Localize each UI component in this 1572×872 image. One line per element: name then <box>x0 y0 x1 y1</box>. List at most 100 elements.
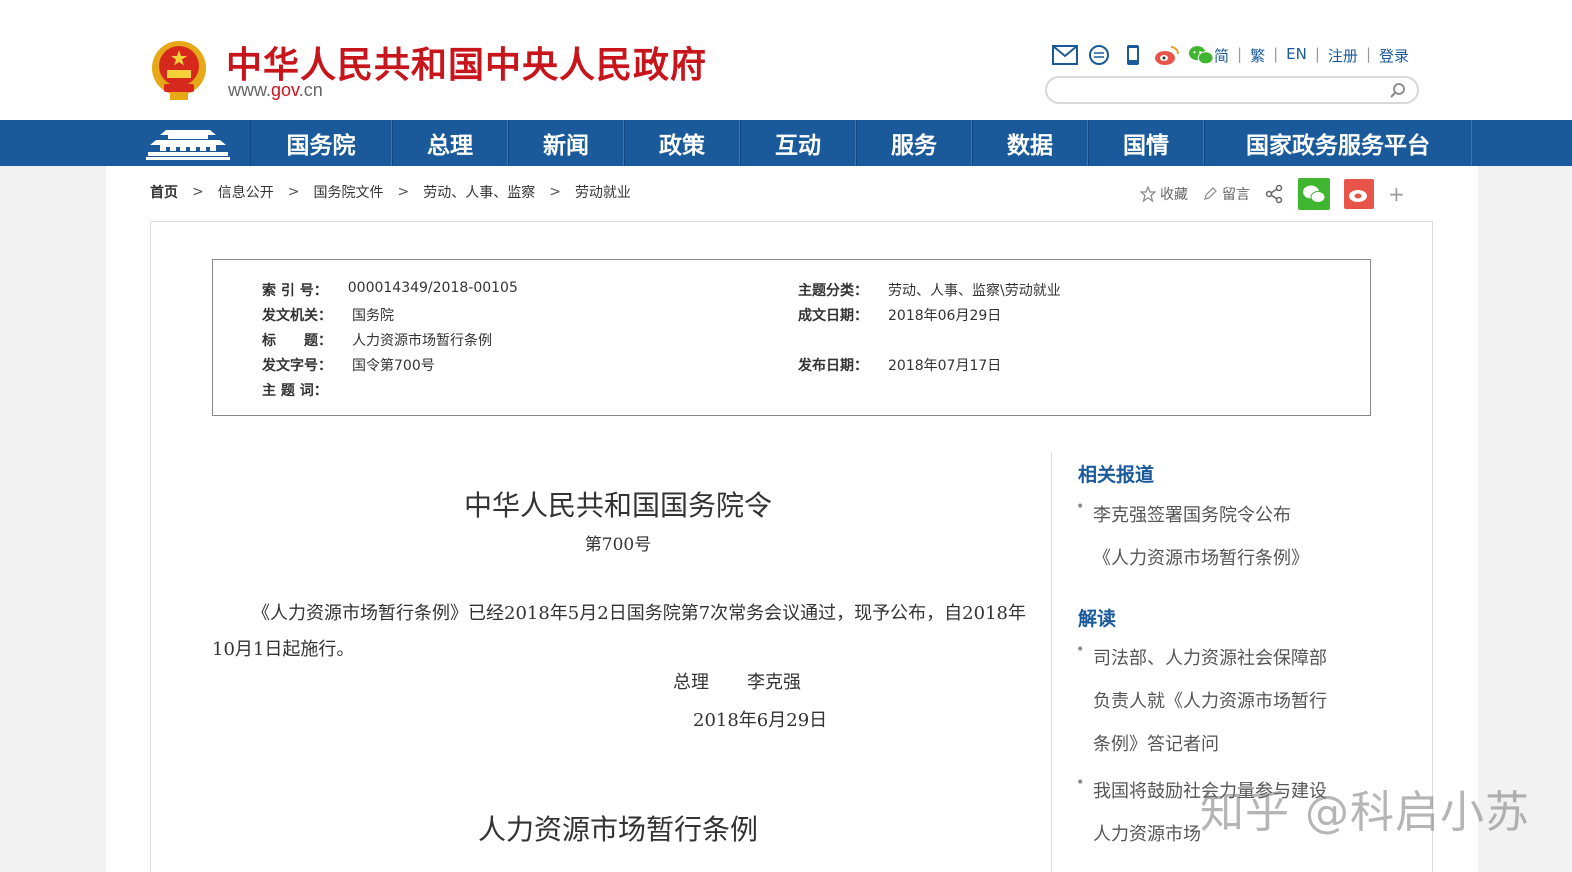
info-date-label: 成文日期： <box>798 308 868 324</box>
nav-item-data[interactable]: 数据 <box>972 120 1088 166</box>
pencil-icon <box>1204 187 1217 200</box>
comment-button[interactable]: 留言 <box>1202 184 1250 204</box>
info-title: 标 题： 人力资源市场暂行条例 <box>262 330 492 350</box>
info-date: 成文日期： 2018年06月29日 <box>798 305 1001 325</box>
related-item-line: 李克强签署国务院令公布 <box>1093 505 1291 526</box>
info-pub-label: 发布日期： <box>798 358 868 374</box>
nav-items: 国务院 总理 新闻 政策 互动 服务 数据 国情 国家政务服务平台 <box>250 120 1472 166</box>
article-signature: 总理 李克强 <box>673 668 801 694</box>
interpretation-heading: 解读 <box>1078 608 1117 630</box>
message-icon[interactable] <box>1086 43 1112 67</box>
wechat-icon[interactable] <box>1188 43 1214 67</box>
chevron-right-icon: > <box>287 184 300 200</box>
bullet-icon: • <box>1076 775 1085 791</box>
info-title-label: 标 题： <box>262 333 332 349</box>
favorite-label: 收藏 <box>1160 187 1188 203</box>
info-title-value: 人力资源市场暂行条例 <box>352 333 492 349</box>
main-nav: 国务院 总理 新闻 政策 互动 服务 数据 国情 国家政务服务平台 <box>0 120 1572 166</box>
article-paragraph: 《人力资源市场暂行条例》已经2018年5月2日国务院第7次常务会议通过，现予公布… <box>212 603 1026 660</box>
interpretation-item-line: 条例》答记者问 <box>1093 734 1219 755</box>
chevron-right-icon: > <box>549 184 561 200</box>
weibo-icon[interactable] <box>1154 43 1180 67</box>
site-url-suffix: .cn <box>298 80 323 100</box>
bullet-icon: • <box>1076 642 1085 658</box>
site-header: 中华人民共和国中央人民政府 www.gov.cn 简 | 繁 | EN | 注册 | 登… <box>0 0 1572 120</box>
site-url[interactable]: www.gov.cn <box>228 80 323 101</box>
signature-name: 李克强 <box>747 672 801 693</box>
national-emblem-icon[interactable] <box>150 40 208 102</box>
nav-item-policy[interactable]: 政策 <box>624 120 740 166</box>
info-issuer-value: 国务院 <box>352 308 394 324</box>
info-docno: 发文字号： 国令第700号 <box>262 355 435 375</box>
mail-icon[interactable] <box>1052 43 1078 67</box>
info-topic-label: 主题分类： <box>798 283 868 299</box>
regulation-title: 人力资源市场暂行条例 <box>477 813 758 846</box>
share-weibo-button[interactable] <box>1344 179 1374 209</box>
bullet-icon: • <box>1076 499 1085 515</box>
interpretation-item-line: 司法部、人力资源社会保障部 <box>1093 648 1327 669</box>
info-docno-value: 国令第700号 <box>352 358 435 374</box>
info-topic-value: 劳动、人事、监察\劳动就业 <box>888 283 1061 299</box>
breadcrumb-state-docs[interactable]: 国务院文件 <box>313 182 383 202</box>
star-icon <box>1140 186 1156 202</box>
info-keyword: 主 题 词： <box>262 380 328 400</box>
more-share-icon[interactable]: + <box>1388 182 1405 206</box>
link-traditional[interactable]: 繁 <box>1250 45 1265 66</box>
info-date-value: 2018年06月29日 <box>888 308 1002 324</box>
share-icon[interactable] <box>1264 184 1284 204</box>
breadcrumb-labor[interactable]: 劳动、人事、监察 <box>423 182 535 202</box>
interpretation-item-line: 负责人就《人力资源市场暂行 <box>1093 691 1327 712</box>
nav-item-state-council[interactable]: 国务院 <box>250 120 392 166</box>
link-register[interactable]: 注册 <box>1328 45 1358 66</box>
info-issuer: 发文机关： 国务院 <box>262 305 394 325</box>
chevron-right-icon: > <box>192 184 204 200</box>
signature-role: 总理 <box>673 672 709 693</box>
toolbar: 收藏 留言 + <box>1140 178 1405 210</box>
link-login[interactable]: 登录 <box>1379 45 1409 66</box>
info-docno-label: 发文字号： <box>262 358 332 374</box>
mobile-icon[interactable] <box>1120 43 1146 67</box>
related-reports-heading: 相关报道 <box>1078 464 1155 486</box>
chevron-right-icon: > <box>397 184 410 200</box>
article-date: 2018年6月29日 <box>693 710 828 731</box>
weibo-icon <box>1349 190 1367 202</box>
top-icons <box>1052 42 1214 68</box>
breadcrumb: 首页 > 信息公开 > 国务院文件 > 劳动、人事、监察 > 劳动就业 <box>150 182 631 202</box>
info-pubdate: 发布日期： 2018年07月17日 <box>798 355 1001 375</box>
wechat-icon <box>1303 185 1326 203</box>
info-keyword-label: 主 题 词： <box>262 383 328 399</box>
top-links: 简 | 繁 | EN | 注册 | 登录 <box>1214 45 1410 66</box>
info-index: 索 引 号： 000014349/2018-00105 <box>262 280 518 300</box>
info-index-label: 索 引 号： <box>262 283 328 299</box>
nav-item-national-info[interactable]: 国情 <box>1088 120 1204 166</box>
link-english[interactable]: EN <box>1286 45 1307 66</box>
search-icon[interactable] <box>1389 82 1407 100</box>
nav-item-service[interactable]: 服务 <box>856 120 972 166</box>
breadcrumb-home[interactable]: 首页 <box>150 182 178 202</box>
related-item[interactable]: • 李克强签署国务院令公布 《人力资源市场暂行条例》 <box>1076 494 1366 580</box>
zhihu-watermark: 知乎 @科启小苏 <box>1200 787 1530 838</box>
nav-item-news[interactable]: 新闻 <box>508 120 624 166</box>
interpretation-item[interactable]: • 司法部、人力资源社会保障部 负责人就《人力资源市场暂行 条例》答记者问 <box>1076 637 1366 766</box>
nav-item-service-platform[interactable]: 国家政务服务平台 <box>1204 120 1472 166</box>
breadcrumb-employment[interactable]: 劳动就业 <box>575 182 631 202</box>
breadcrumb-info-public[interactable]: 信息公开 <box>218 182 274 202</box>
search-input[interactable] <box>1059 78 1389 102</box>
info-index-value: 000014349/2018-00105 <box>347 280 518 296</box>
info-topic: 主题分类： 劳动、人事、监察\劳动就业 <box>798 280 1061 300</box>
related-item-line: 《人力资源市场暂行条例》 <box>1093 548 1309 569</box>
link-simplified[interactable]: 简 <box>1214 45 1229 66</box>
article-subtitle: 第700号 <box>584 535 652 555</box>
site-url-prefix: www. <box>228 80 272 100</box>
nav-item-interaction[interactable]: 互动 <box>740 120 856 166</box>
search-box <box>1045 76 1419 104</box>
comment-label: 留言 <box>1222 187 1250 203</box>
home-gate-icon[interactable] <box>146 124 230 162</box>
share-wechat-button[interactable] <box>1298 178 1330 210</box>
site-url-domain: gov <box>271 80 299 100</box>
info-issuer-label: 发文机关： <box>262 308 332 324</box>
sidebar-divider <box>1051 452 1052 872</box>
favorite-button[interactable]: 收藏 <box>1140 184 1188 204</box>
info-pub-value: 2018年07月17日 <box>888 358 1002 374</box>
nav-item-premier[interactable]: 总理 <box>392 120 508 166</box>
